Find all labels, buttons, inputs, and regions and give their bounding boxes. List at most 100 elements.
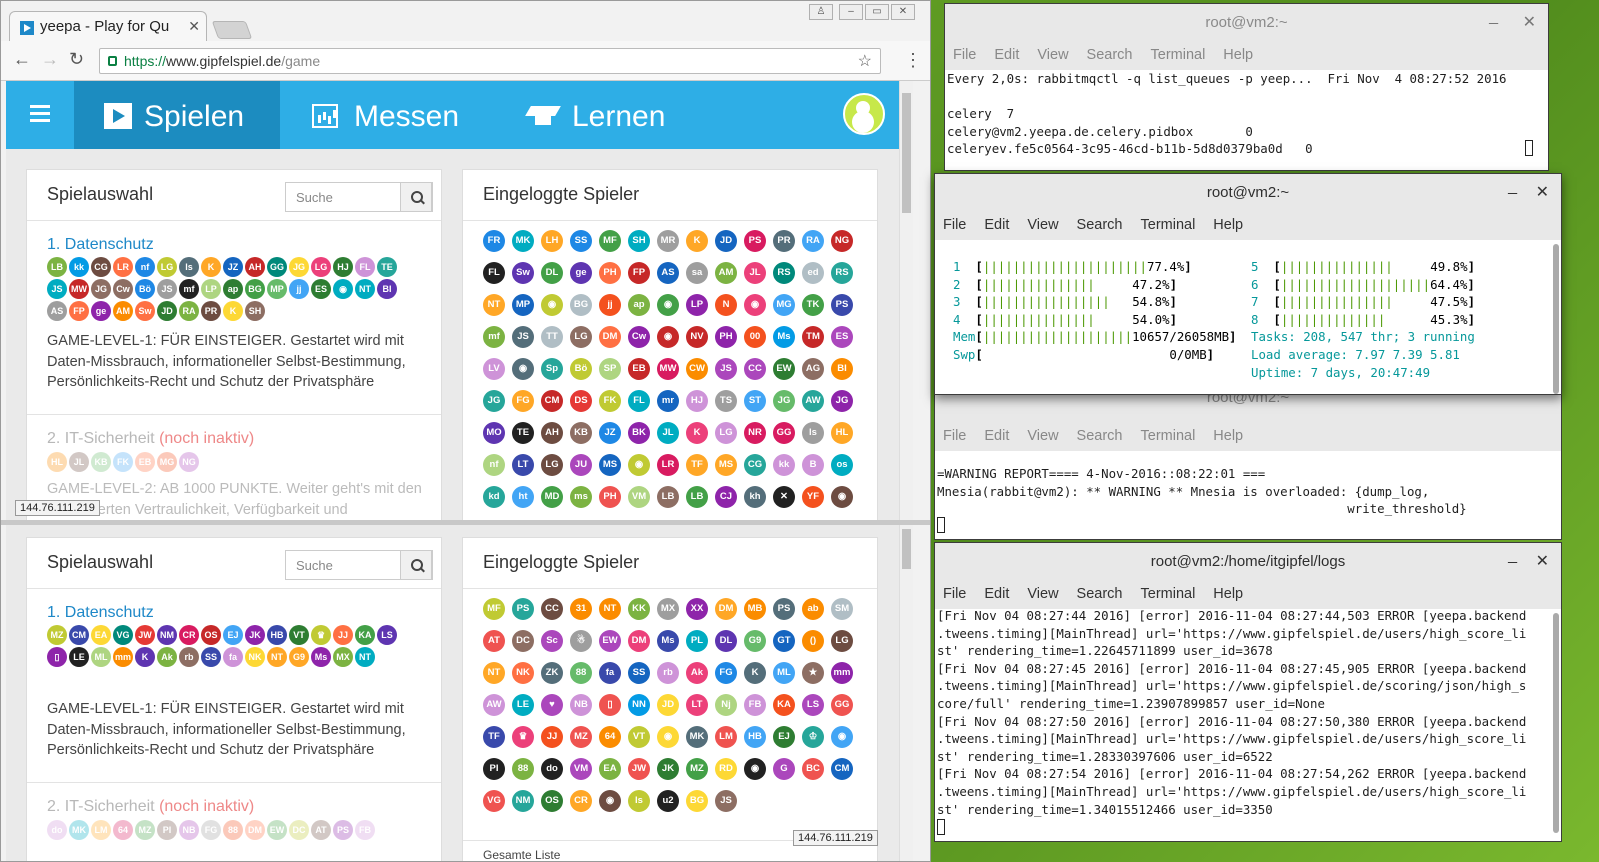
player-badge[interactable]: DL xyxy=(541,262,563,284)
player-badge[interactable]: TT xyxy=(541,326,563,348)
player-badge[interactable]: CJ xyxy=(715,486,737,508)
player-badge[interactable]: NT xyxy=(599,598,621,620)
player-badge[interactable]: ms xyxy=(570,486,592,508)
player-badge[interactable]: VG xyxy=(483,790,505,812)
player-badge[interactable]: NG xyxy=(179,452,199,472)
address-bar[interactable]: https://www.gipfelspiel.de/game ☆ xyxy=(99,48,881,74)
player-badge[interactable]: MF xyxy=(599,230,621,252)
vertical-scrollbar[interactable] xyxy=(899,81,913,520)
level1-link[interactable]: 1. Datenschutz xyxy=(47,604,154,622)
player-badge[interactable]: MW xyxy=(69,279,89,299)
player-badge[interactable]: JK xyxy=(657,758,679,780)
vertical-scrollbar[interactable] xyxy=(899,525,913,861)
player-badge[interactable]: AH xyxy=(541,422,563,444)
terminal-menu-help[interactable]: Help xyxy=(1213,586,1243,602)
player-badge[interactable]: PH xyxy=(715,326,737,348)
player-badge[interactable]: G xyxy=(773,758,795,780)
player-badge[interactable]: NT xyxy=(483,662,505,684)
player-badge[interactable]: fa xyxy=(223,647,243,667)
terminal-menu-search[interactable]: Search xyxy=(1077,217,1123,233)
player-badge[interactable]: MX xyxy=(333,647,353,667)
player-badge[interactable]: KK xyxy=(628,598,650,620)
player-badge[interactable]: PI xyxy=(483,758,505,780)
player-badge[interactable]: SS xyxy=(570,230,592,252)
player-badge[interactable]: MK xyxy=(69,820,89,840)
terminal-menu-terminal[interactable]: Terminal xyxy=(1141,428,1196,444)
terminal-scrollbar[interactable] xyxy=(1553,613,1559,833)
player-badge[interactable]: kk xyxy=(773,454,795,476)
maximize-button[interactable]: ▭ xyxy=(865,4,889,20)
player-badge[interactable]: ◉ xyxy=(657,326,679,348)
player-badge[interactable]: FL xyxy=(483,262,505,284)
terminal-window-watch[interactable]: root@vm2:~ _ ✕ File Edit View Search Termina… xyxy=(944,3,1549,171)
player-badge[interactable]: K xyxy=(744,662,766,684)
player-badge[interactable]: K xyxy=(686,422,708,444)
player-badge[interactable]: mm xyxy=(831,662,853,684)
player-badge[interactable]: JL xyxy=(744,262,766,284)
player-badge[interactable]: MZ xyxy=(47,625,67,645)
player-badge[interactable]: VM xyxy=(570,758,592,780)
player-badge[interactable]: N xyxy=(715,294,737,316)
player-badge[interactable]: LM xyxy=(715,726,737,748)
player-badge[interactable]: NT xyxy=(483,294,505,316)
player-badge[interactable]: BK xyxy=(628,422,650,444)
player-badge[interactable]: EJ xyxy=(773,726,795,748)
player-badge[interactable]: ✕ xyxy=(773,486,795,508)
player-badge[interactable]: LS xyxy=(802,694,824,716)
terminal-menu-edit[interactable]: Edit xyxy=(994,47,1019,63)
terminal-menu-search[interactable]: Search xyxy=(1077,428,1123,444)
player-badge[interactable]: SM xyxy=(831,598,853,620)
player-badge[interactable]: CR xyxy=(179,625,199,645)
player-badge[interactable]: Bö xyxy=(135,279,155,299)
level2-link[interactable]: 2. IT-Sicherheit (noch inaktiv) xyxy=(47,430,254,448)
player-badge[interactable]: LG xyxy=(570,326,592,348)
player-badge[interactable]: ed xyxy=(802,262,824,284)
full-list-link[interactable]: Gesamte Liste xyxy=(483,848,560,861)
player-badge[interactable]: BI xyxy=(377,279,397,299)
player-badge[interactable]: DM xyxy=(245,820,265,840)
player-badge[interactable]: FP xyxy=(628,262,650,284)
player-badge[interactable]: FB xyxy=(744,694,766,716)
player-badge[interactable]: 64 xyxy=(113,820,133,840)
player-badge[interactable]: u2 xyxy=(657,790,679,812)
search-input[interactable]: Suche xyxy=(285,182,433,212)
player-badge[interactable]: K xyxy=(223,301,243,321)
new-tab-button[interactable] xyxy=(211,21,253,39)
player-badge[interactable]: AT xyxy=(311,820,331,840)
player-badge[interactable]: LG xyxy=(831,630,853,652)
player-badge[interactable]: KA xyxy=(355,625,375,645)
player-badge[interactable]: MK xyxy=(686,726,708,748)
player-badge[interactable]: rb xyxy=(179,647,199,667)
terminal-menu-view[interactable]: View xyxy=(1027,217,1058,233)
player-badge[interactable]: 88 xyxy=(223,820,243,840)
player-badge[interactable]: FP xyxy=(69,301,89,321)
player-badge[interactable]: ht xyxy=(512,486,534,508)
player-badge[interactable]: kd xyxy=(483,486,505,508)
player-badge[interactable]: HJ xyxy=(333,257,353,277)
player-badge[interactable]: HB xyxy=(744,726,766,748)
player-badge[interactable]: SS xyxy=(201,647,221,667)
player-badge[interactable]: JG xyxy=(289,257,309,277)
player-badge[interactable]: VT xyxy=(628,726,650,748)
nav-spielen[interactable]: Spielen xyxy=(74,81,280,149)
player-badge[interactable]: VG xyxy=(113,625,133,645)
player-badge[interactable]: JL xyxy=(69,452,89,472)
player-badge[interactable]: ◉ xyxy=(831,726,853,748)
player-badge[interactable]: FK xyxy=(599,390,621,412)
player-badge[interactable]: EA xyxy=(91,625,111,645)
player-badge[interactable]: GG xyxy=(831,694,853,716)
player-badge[interactable]: kh xyxy=(744,486,766,508)
player-badge[interactable]: AG xyxy=(802,358,824,380)
player-badge[interactable]: B xyxy=(802,454,824,476)
player-badge[interactable]: MG xyxy=(773,294,795,316)
player-badge[interactable]: Sw xyxy=(512,262,534,284)
player-badge[interactable]: MZ xyxy=(686,758,708,780)
player-badge[interactable]: SS xyxy=(628,662,650,684)
terminal-menu-edit[interactable]: Edit xyxy=(984,586,1009,602)
terminal-menu-terminal[interactable]: Terminal xyxy=(1141,217,1196,233)
player-badge[interactable]: NM xyxy=(157,625,177,645)
player-badge[interactable]: ★ xyxy=(802,662,824,684)
player-badge[interactable]: PS xyxy=(512,598,534,620)
player-badge[interactable]: LB xyxy=(47,257,67,277)
player-badge[interactable]: MG xyxy=(157,452,177,472)
